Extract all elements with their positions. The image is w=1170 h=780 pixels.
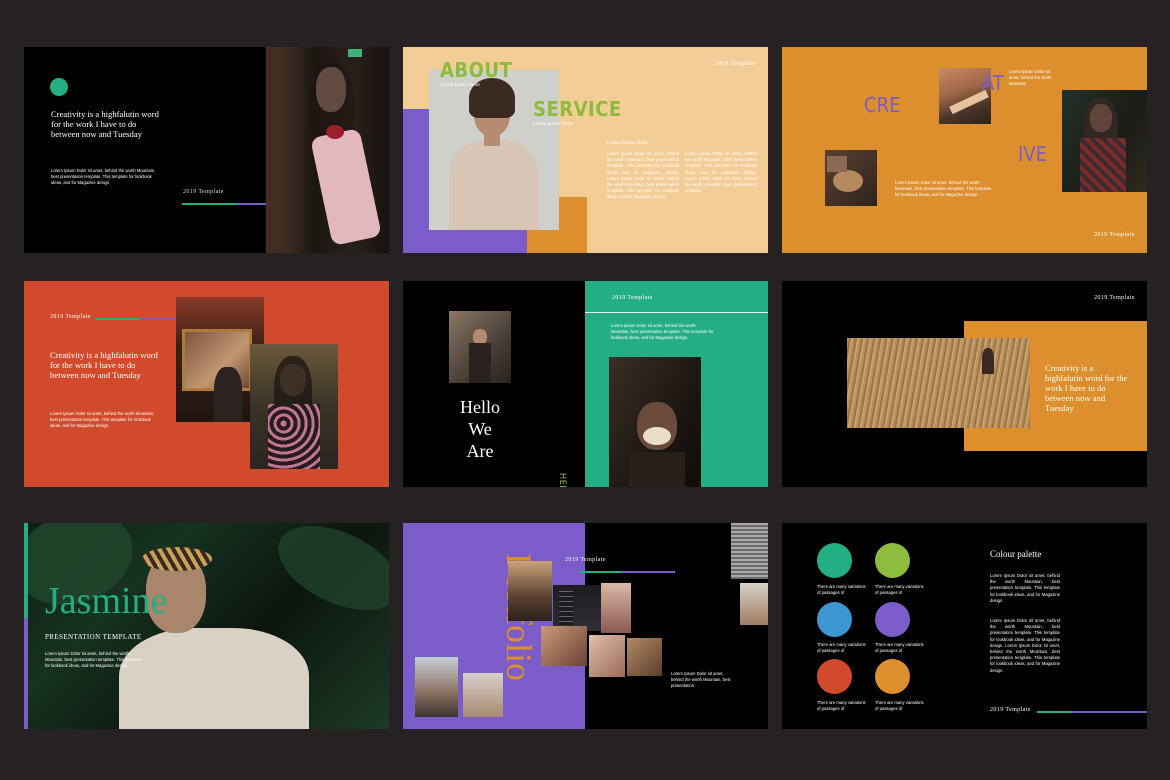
slide-7-body: Lorem Ipsum Dolor sit amet, behind the w…: [45, 651, 142, 669]
slide-1-template-label: 2019 Template: [183, 189, 224, 195]
hello-line-1: Hello: [460, 397, 500, 417]
word-at: AT: [982, 71, 1004, 95]
thumb-man-street: [415, 657, 458, 717]
photo-woman-plaid: [1062, 90, 1147, 192]
jasmine-subtitle: PRESENTATION TEMPLATE: [45, 633, 142, 641]
leaf-shape-2: [265, 523, 389, 628]
service-title: SERVICE: [533, 97, 622, 121]
slide-1-creativity[interactable]: Creativity is a highfalutin word for the…: [24, 47, 389, 253]
slide-8-rule: [579, 571, 675, 573]
swatch-lime: [875, 543, 910, 578]
slide-3-text-bottom: Lorem Ipsum Dolor sit amet, behind the w…: [895, 180, 992, 198]
slide-8-portfolio[interactable]: Portfolio 2019 Template Lorem Ipsum Dolo…: [403, 523, 768, 729]
photo-woman-floral: [250, 344, 338, 469]
slide-6-headline: Creativity is a highfalutin word for the…: [1045, 363, 1128, 413]
palette-text-1: Lorem Ipsum Dolor sit amet, behind the w…: [990, 573, 1060, 603]
jasmine-title: Jasmine: [45, 580, 168, 622]
photo-woman-flowers: [266, 47, 389, 253]
thumb-woman-standing: [740, 583, 768, 625]
column-1-text: Lorem ipsum Dolor sit amet, behind the w…: [607, 151, 679, 200]
swatch-caption-4: There are many variations of passages of: [875, 642, 924, 654]
slide-4-creativity-rust[interactable]: 2019 Template Creativity is a highfaluti…: [24, 281, 389, 487]
slide-9-colour-palette[interactable]: There are many variations of passages of…: [782, 523, 1147, 729]
slide-7-jasmine[interactable]: Jasmine PRESENTATION TEMPLATE Lorem Ipsu…: [24, 523, 389, 729]
hello-line-2: We: [468, 419, 492, 439]
slide-8-template-label: 2019 Template: [565, 557, 606, 563]
slide-5-body: Lorem Ipsum Dolor sit amet, behind the w…: [611, 323, 714, 341]
swatch-caption-3: There are many variations of passages of: [817, 642, 866, 654]
about-subtitle: Lorem Ipsum Dolor: [440, 83, 480, 88]
thumb-blinds: [731, 523, 768, 579]
slide-3-creative[interactable]: CRE AT IVE Lorem Ipsum Dolor sit amet, b…: [782, 47, 1147, 253]
slide-6-template-label: 2019 Template: [1094, 295, 1135, 301]
slide-4-template-label: 2019 Template: [50, 314, 91, 320]
photo-woman-balcony: [449, 311, 511, 383]
photo-wheat-field: [847, 338, 1030, 428]
swatch-rust: [817, 659, 852, 694]
slide-3-text-top: Lorem Ipsum Dolor sit amet, behind the w…: [1009, 69, 1052, 87]
photo-flowers-face: [609, 357, 701, 487]
palette-text-2: Lorem Ipsum Dolor sit amet, behind the w…: [990, 618, 1060, 673]
slide-6-field[interactable]: 2019 Template Creativity is a highfaluti…: [782, 281, 1147, 487]
photo-woman-dress: [429, 70, 559, 230]
slide-5-template-label: 2019 Template: [612, 295, 653, 301]
service-subtitle: Lorem Ipsum Dolor: [533, 122, 573, 127]
slide-9-template-label: 2019 Template: [990, 707, 1031, 713]
thumb-phone-ui: [553, 585, 601, 631]
photo-guitar: [825, 150, 877, 206]
vertical-welcome-text: HELLO WELCOME NEW TEMPLATE: [557, 473, 567, 487]
swatch-purple: [875, 602, 910, 637]
thumb-kitchen: [508, 561, 552, 621]
slide-2-about-service[interactable]: ABOUT Lorem Ipsum Dolor SERVICE Lorem Ip…: [403, 47, 768, 253]
slide-2-template-label: 2019 Template: [715, 61, 756, 67]
swatch-caption-1: There are many variations of passages of: [817, 584, 866, 596]
thumb-room: [627, 638, 662, 676]
swatch-caption-5: There are many variations of passages of: [817, 700, 866, 712]
column-2-text: Lorem ipsum Dolor sit amet, behind the w…: [685, 151, 757, 194]
swatch-caption-2: There are many variations of passages of: [875, 584, 924, 596]
swatch-blue: [817, 602, 852, 637]
word-ive: IVE: [1018, 142, 1047, 166]
word-cre: CRE: [864, 93, 901, 117]
thumb-woman-selfie: [601, 583, 631, 633]
column-1-title: Lorem Ipsum Dolor: [607, 140, 649, 146]
slide-4-headline: Creativity is a highfalutin word for the…: [50, 350, 158, 380]
hello-line-3: Are: [466, 441, 494, 461]
portrait-headscarf: [142, 547, 212, 571]
thumb-woman-hair: [541, 626, 587, 666]
green-edge-bar: [24, 523, 28, 618]
thumb-woman-portrait: [589, 635, 625, 677]
about-title: ABOUT: [440, 58, 513, 82]
swatch-green: [817, 543, 852, 578]
slide-4-body: Lorem Ipsum Dolor sit amet, behind the w…: [50, 411, 155, 429]
slide-3-template-label: 2019 Template: [1094, 232, 1135, 238]
green-dot: [50, 78, 68, 96]
palette-title: Colour palette: [990, 549, 1042, 559]
slide-1-headline: Creativity is a highfalutin word for the…: [51, 109, 159, 139]
slide-5-rule: [585, 312, 768, 313]
portrait-body: [119, 628, 309, 729]
purple-edge-bar: [24, 618, 28, 729]
slide-8-body: Lorem Ipsum Dolor sit amet, behind the w…: [671, 671, 731, 689]
swatch-orange: [875, 659, 910, 694]
thumb-woman-city: [463, 673, 503, 717]
slide-9-rule: [1037, 711, 1147, 713]
slide-1-body: Lorem Ipsum Dolor sit amet, behind the w…: [51, 168, 156, 186]
swatch-caption-6: There are many variations of passages of: [875, 700, 924, 712]
slide-5-hello[interactable]: Hello We Are HELLO WELCOME NEW TEMPLATE …: [403, 281, 768, 487]
